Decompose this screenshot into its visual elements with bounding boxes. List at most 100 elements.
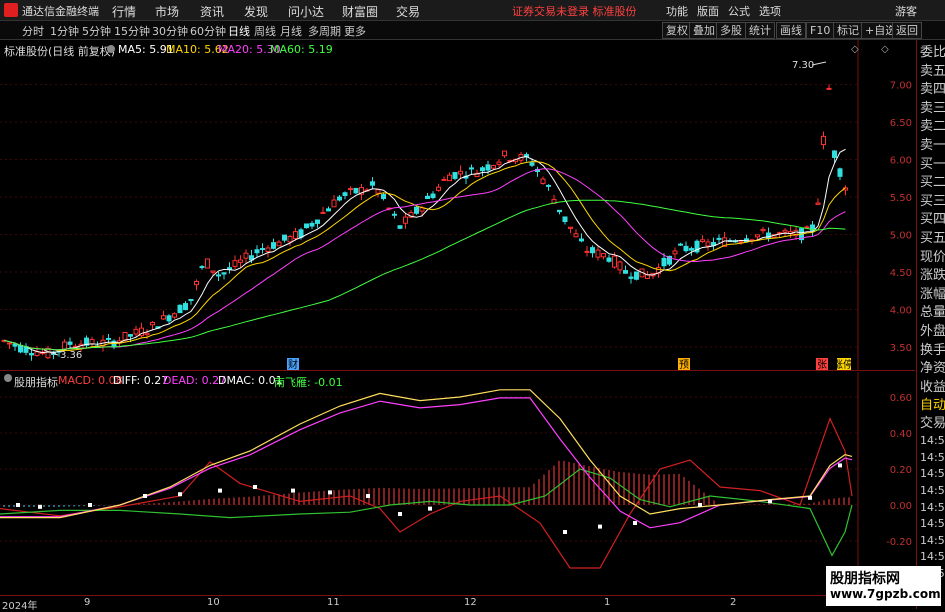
dead-legend: DEAD: 0.27 [163, 374, 227, 387]
side-panel-item[interactable]: 14:56 [920, 549, 945, 566]
candle-body [540, 178, 546, 184]
menu-layout[interactable]: 版面 [697, 3, 719, 19]
menu-formula[interactable]: 公式 [728, 3, 750, 19]
back-button[interactable]: 返回 [892, 22, 922, 39]
period-daily[interactable]: 日线 [228, 23, 250, 39]
side-panel-item[interactable]: 现价 [920, 249, 945, 268]
candle-body [689, 248, 694, 251]
side-panel-item[interactable]: 外盘 [920, 323, 945, 342]
side-panel-item[interactable]: 买四 [920, 211, 945, 230]
menu-function[interactable]: 功能 [666, 3, 688, 19]
price-tick: 7.00 [890, 81, 912, 92]
side-panel-item[interactable]: 14:56 [920, 450, 945, 467]
menu-news[interactable]: 资讯 [200, 3, 224, 20]
stats-button[interactable]: 统计 [745, 22, 775, 39]
side-panel-item[interactable]: 买三 [920, 193, 945, 212]
menu-trade[interactable]: 交易 [396, 3, 420, 20]
dead-line [0, 397, 853, 529]
side-panel-item[interactable]: 买二 [920, 174, 945, 193]
candlestick-chart[interactable]: 7.00 6.50 6.00 5.50 5.00 4.50 4.00 3.50 7.30 3.36… [0, 40, 915, 371]
period-multi[interactable]: 多周期 [308, 23, 341, 39]
side-panel-item[interactable]: 卖二 [920, 118, 945, 137]
menu-discover[interactable]: 发现 [244, 3, 268, 20]
diamond-icon: ◇ [851, 44, 859, 55]
watermark-line2: www.7gpzb.com [830, 587, 941, 601]
side-panel-item[interactable]: 卖三 [920, 100, 945, 119]
side-panel-item[interactable]: 卖四 [920, 81, 945, 100]
side-panel-item[interactable]: 14:56 [920, 433, 945, 450]
side-panel-item[interactable]: 卖五 [920, 63, 945, 82]
period-more[interactable]: 更多 [344, 23, 366, 39]
side-panel-item[interactable]: 自动 [920, 397, 945, 415]
candle-body [760, 228, 766, 232]
candle-body [128, 334, 133, 337]
menu-quotes[interactable]: 行情 [112, 3, 136, 20]
candle-body [447, 174, 452, 182]
dmac-marker [218, 488, 222, 493]
period-1min[interactable]: 1分钟 [50, 23, 79, 39]
candle-body [595, 249, 601, 258]
candle-body [441, 178, 447, 181]
side-panel-item[interactable]: 14:56 [920, 533, 945, 550]
side-panel-item[interactable]: 换手 [920, 342, 945, 361]
candle-body [150, 321, 155, 326]
side-panel-item[interactable]: 卖一 [920, 137, 945, 156]
period-weekly[interactable]: 周线 [254, 23, 276, 39]
candle-body [414, 206, 419, 214]
candle-body [12, 343, 18, 347]
period-60min[interactable]: 60分钟 [190, 23, 226, 39]
side-panel-item[interactable]: 净资 [920, 360, 945, 379]
menu-options[interactable]: 选项 [759, 3, 781, 19]
date-label: 12 [464, 597, 477, 608]
menu-market[interactable]: 市场 [155, 3, 179, 20]
candle-body [623, 270, 628, 274]
candle-body [617, 261, 623, 271]
candle-body [18, 344, 23, 353]
side-panel-item[interactable]: 交易 [920, 415, 945, 433]
side-panel-item[interactable]: 总量 [920, 304, 945, 323]
menu-wealth[interactable]: 财富圈 [342, 3, 378, 20]
side-panel-item[interactable]: 14:56 [920, 466, 945, 483]
period-15min[interactable]: 15分钟 [114, 23, 150, 39]
candlestick-svg[interactable]: 7.00 6.50 6.00 5.50 5.00 4.50 4.00 3.50 7.30 3.36… [0, 40, 915, 371]
candle-body [683, 245, 689, 252]
candle-body [491, 165, 496, 169]
restore-rights-button[interactable]: 复权 [662, 22, 692, 39]
candle-body [315, 219, 320, 224]
candle-body [678, 243, 683, 246]
user-label[interactable]: 游客 [895, 3, 917, 19]
candle-body [430, 193, 436, 198]
f10-button[interactable]: F10 [806, 22, 835, 39]
candle-body [452, 172, 458, 179]
side-panel-item[interactable]: 买五 [920, 230, 945, 249]
indicator-dot-icon[interactable] [4, 374, 12, 382]
side-panel-item[interactable]: 14:56 [920, 483, 945, 500]
candle-body [804, 226, 810, 229]
mark-button[interactable]: 标记 [833, 22, 863, 39]
side-panel-item[interactable]: 14:56 [920, 516, 945, 533]
side-panel-item[interactable]: 委比 [920, 44, 945, 63]
indicator-chart[interactable]: 0.60 0.40 0.20 0.00 -0.20 [0, 372, 915, 594]
period-30min[interactable]: 30分钟 [152, 23, 188, 39]
draw-line-button[interactable]: 画线 [776, 22, 806, 39]
period-timeshare[interactable]: 分时 [22, 23, 44, 39]
diff-legend: DIFF: 0.27 [113, 374, 169, 387]
candle-body [392, 213, 397, 216]
login-notice[interactable]: 证券交易未登录 标准股份 [512, 3, 637, 19]
overlay-button[interactable]: 叠加 [689, 22, 719, 39]
indicator-tick: 0.20 [890, 465, 912, 476]
candle-body [337, 196, 342, 201]
multi-stock-button[interactable]: 多股 [716, 22, 746, 39]
menu-ask[interactable]: 问小达 [288, 3, 324, 20]
side-panel-item[interactable]: 买一 [920, 156, 945, 175]
period-5min[interactable]: 5分钟 [82, 23, 111, 39]
period-monthly[interactable]: 月线 [280, 23, 302, 39]
side-panel-item[interactable]: 涨跌 [920, 267, 945, 286]
settings-dot-icon[interactable] [107, 45, 115, 53]
side-panel-item[interactable]: 涨幅 [920, 286, 945, 305]
side-panel-item[interactable]: 收益 [920, 379, 945, 398]
side-panel-item[interactable]: 14:56 [920, 500, 945, 517]
candle-body [480, 167, 485, 172]
dmac-marker [398, 512, 402, 516]
indicator-svg[interactable]: 0.60 0.40 0.20 0.00 -0.20 [0, 372, 915, 594]
